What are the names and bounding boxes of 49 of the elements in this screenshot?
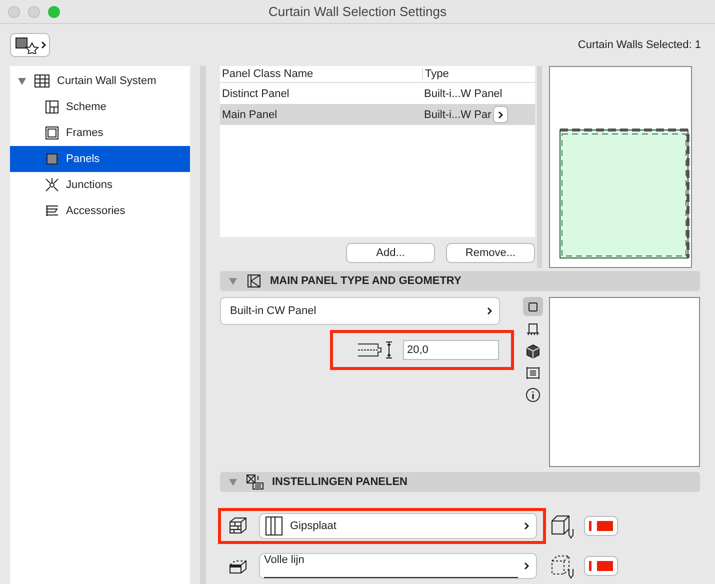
selection-count: Curtain Walls Selected: 1 [578,39,701,51]
pen-color-button[interactable] [584,556,618,576]
favorites-icon [13,36,47,54]
frame-icon [44,125,60,141]
table-row[interactable]: Distinct Panel Built-i...W Panel [220,83,535,104]
disclosure-triangle-icon[interactable] [228,276,238,286]
favorites-button[interactable] [10,33,50,57]
chevron-icon [524,562,530,570]
square-icon [44,151,60,167]
pen-color-button[interactable] [584,516,618,536]
info-icon[interactable] [523,385,543,404]
table-cell-text: Distinct Panel [221,88,290,100]
table-cell-text: Built-i...W Par [423,108,492,120]
table-row[interactable]: Main Panel Built-i...W Par [220,104,535,125]
table-cell-text: Main Panel [221,108,278,120]
more-button[interactable] [493,106,508,123]
tree-item[interactable]: Junctions [10,172,190,198]
tree-item[interactable]: Curtain Wall System [10,68,190,94]
tree-item[interactable]: Accessories [10,198,190,224]
tree-item[interactable]: Panels [10,146,190,172]
table-cell-text: Built-i...W Panel [423,88,504,100]
pen-swatch-icon [589,520,613,532]
junction-icon [44,177,60,193]
settings-icon [246,474,264,490]
chevron-icon [524,522,530,530]
column-header[interactable]: Panel Class Name [220,68,422,80]
pen-swatch-icon [589,560,613,572]
disclosure-triangle-icon[interactable] [17,76,27,86]
layout-icon [44,99,60,115]
chevron-icon [487,307,493,315]
column-header[interactable]: Type [422,68,535,80]
line-type-dropdown[interactable]: Volle lijn [259,553,537,579]
grid-icon [33,73,51,89]
table-button[interactable]: Remove... [446,243,535,263]
panel-icon [246,273,262,289]
chevron-icon [498,110,504,118]
window-title: Curtain Wall Selection Settings [268,4,446,19]
material-dropdown[interactable]: Gipsplaat [259,513,537,539]
tree-item[interactable]: Scheme [10,94,190,120]
tree-item[interactable]: Frames [10,120,190,146]
disclosure-triangle-icon[interactable] [228,477,238,487]
table-button[interactable]: Add... [346,243,435,263]
layers-icon [264,516,284,536]
thickness-field[interactable]: 20,0 [403,340,499,360]
shelf-icon [44,203,60,219]
square-icon[interactable] [523,297,543,316]
panel-type-dropdown[interactable]: Built-in CW Panel [220,297,500,325]
section-header[interactable]: INSTELLINGEN PANELEN [220,472,700,492]
section-header[interactable]: MAIN PANEL TYPE AND GEOMETRY [220,271,700,291]
